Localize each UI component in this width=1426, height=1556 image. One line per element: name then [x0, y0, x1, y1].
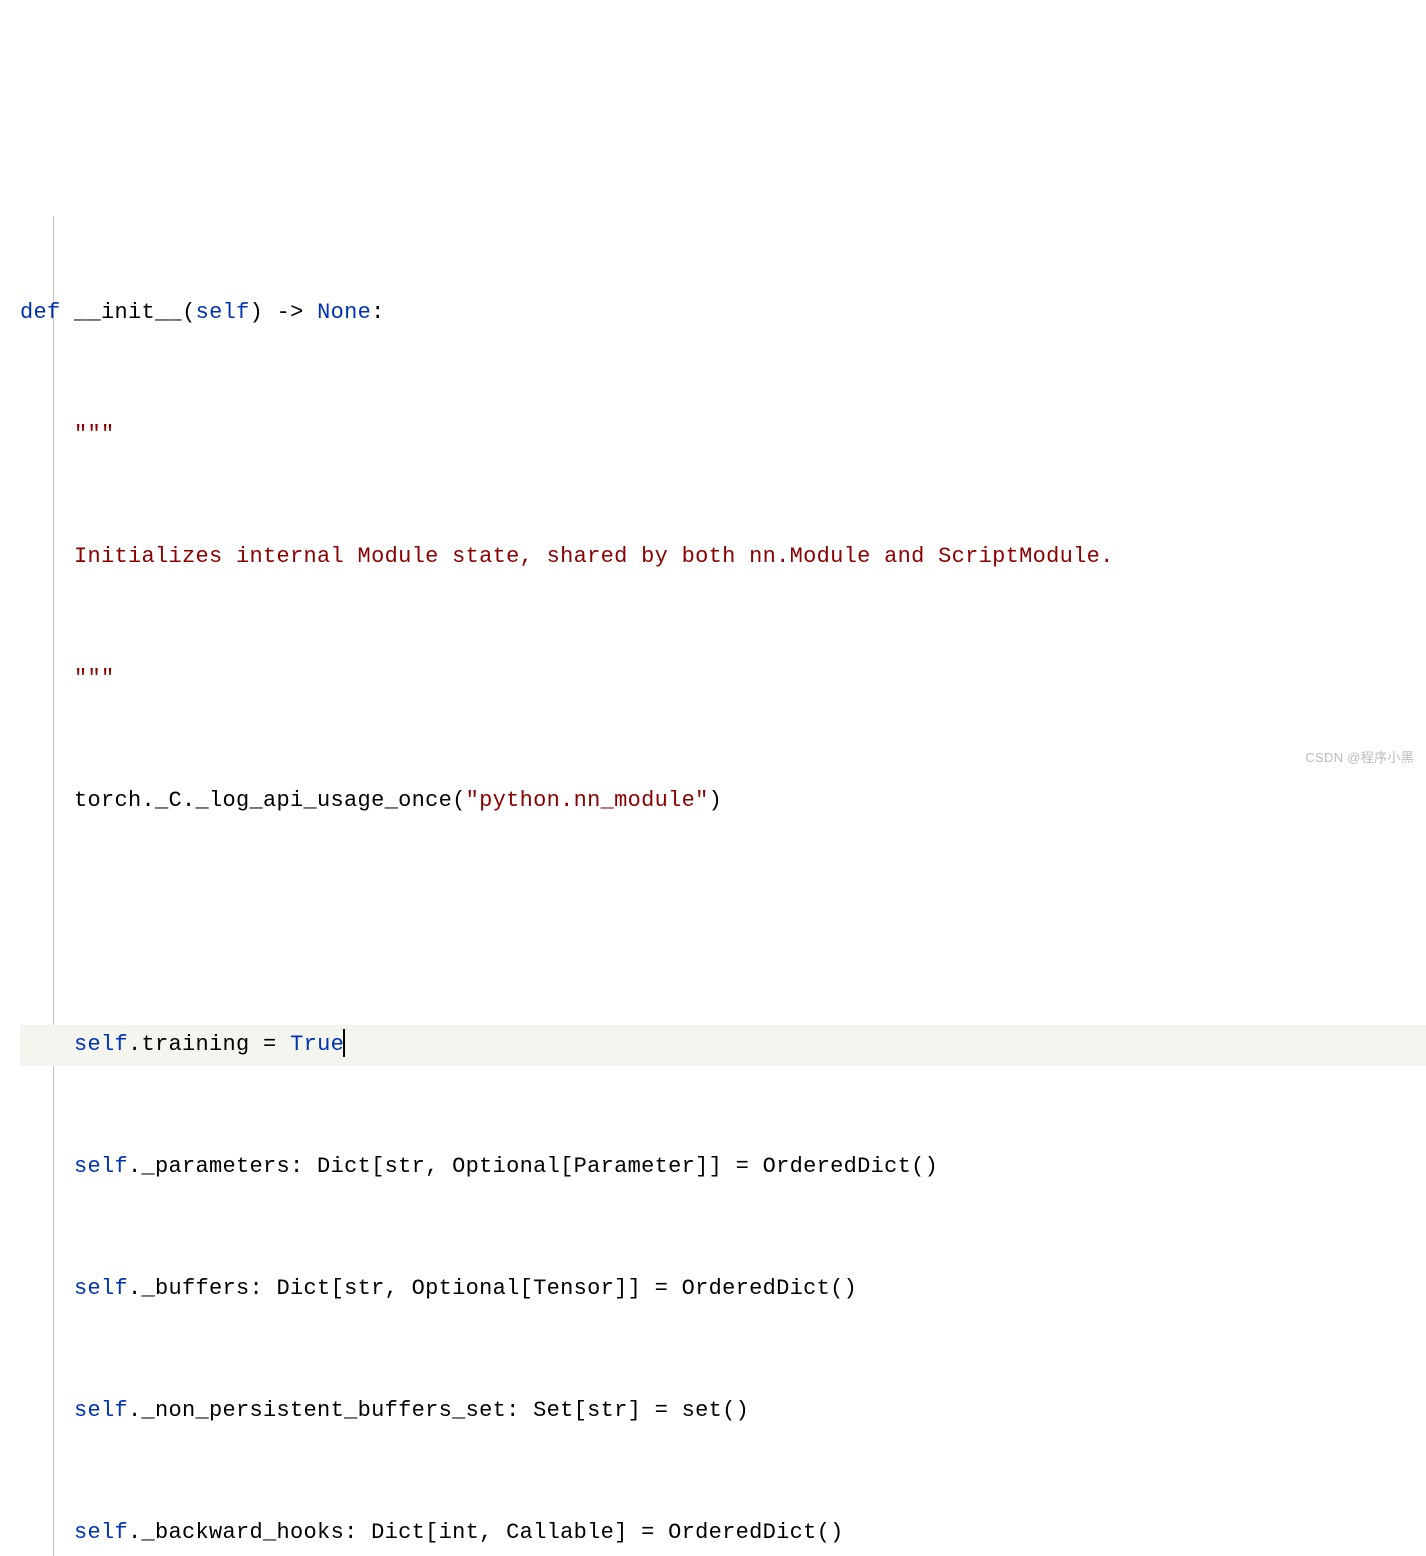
code-line: self._parameters: Dict[str, Optional[Par… [20, 1147, 1426, 1188]
code-line: """ [20, 415, 1426, 456]
colon: : [371, 300, 385, 325]
attr-decl: ._backward_hooks: Dict[int, Callable] = … [128, 1520, 844, 1545]
code-line: self._backward_hooks: Dict[int, Callable… [20, 1513, 1426, 1554]
code-line: torch._C._log_api_usage_once("python.nn_… [20, 781, 1426, 822]
self-ref: self [74, 1520, 128, 1545]
call-suffix: ) [709, 788, 723, 813]
function-name: __init__ [74, 300, 182, 325]
attr-decl: ._parameters: Dict[str, Optional[Paramet… [128, 1154, 938, 1179]
self-ref: self [74, 1398, 128, 1423]
self-ref: self [74, 1032, 128, 1057]
code-line: """ [20, 659, 1426, 700]
return-type: None [317, 300, 371, 325]
code-line: self._buffers: Dict[str, Optional[Tensor… [20, 1269, 1426, 1310]
code-line-blank [20, 903, 1426, 944]
code-line: self._non_persistent_buffers_set: Set[st… [20, 1391, 1426, 1432]
param-self: self [196, 300, 250, 325]
docstring-close: """ [74, 666, 115, 691]
string-literal: "python.nn_module" [466, 788, 709, 813]
call-prefix: torch._C._log_api_usage_once( [74, 788, 466, 813]
code-line: def __init__(self) -> None: [20, 293, 1426, 334]
self-ref: self [74, 1276, 128, 1301]
params-end: ) -> [250, 300, 318, 325]
attr-decl: ._non_persistent_buffers_set: Set[str] =… [128, 1398, 749, 1423]
code-editor[interactable]: def __init__(self) -> None: """ Initiali… [20, 171, 1426, 1556]
watermark: CSDN @程序小黑 [1305, 746, 1414, 770]
bool-true: True [290, 1032, 344, 1057]
attr-assign: .training = [128, 1032, 290, 1057]
docstring-open: """ [74, 422, 115, 447]
attr-decl: ._buffers: Dict[str, Optional[Tensor]] =… [128, 1276, 857, 1301]
paren: ( [182, 300, 196, 325]
docstring-text: Initializes internal Module state, share… [74, 544, 1114, 569]
code-line: Initializes internal Module state, share… [20, 537, 1426, 578]
self-ref: self [74, 1154, 128, 1179]
keyword-def: def [20, 300, 61, 325]
code-line-active: self.training = True [20, 1025, 1426, 1066]
text-cursor [343, 1029, 345, 1058]
